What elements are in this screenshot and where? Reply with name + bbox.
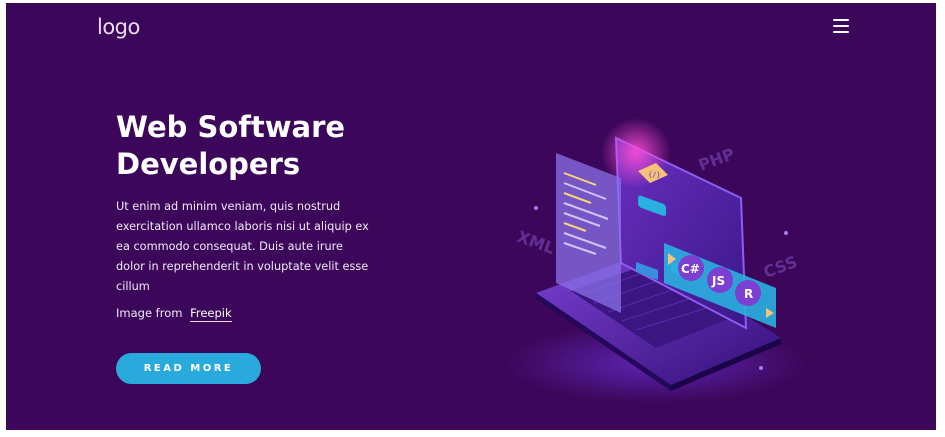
sparkle: [759, 366, 763, 370]
freepik-link[interactable]: Freepik: [190, 306, 232, 322]
hero-description: Ut enim ad minim veniam, quis nostrud ex…: [116, 200, 369, 293]
sparkle: [534, 206, 538, 210]
tag-php: PHP: [696, 144, 737, 175]
read-more-button[interactable]: READ MORE: [116, 353, 261, 384]
menu-bar: [833, 19, 849, 21]
svg-text:JS: JS: [711, 274, 725, 288]
image-credit: Image from Freepik: [116, 306, 232, 322]
tag-css: CSS: [761, 252, 800, 282]
hero-section: logo Web Software Developers Ut enim ad …: [6, 3, 936, 430]
hero-title: Web Software Developers: [116, 110, 346, 181]
svg-text:R: R: [744, 287, 753, 301]
hamburger-menu-icon[interactable]: [833, 19, 849, 33]
sparkle: [784, 231, 788, 235]
laptop-illustration: PHP XML CSS SQL {/}: [506, 118, 806, 403]
svg-text:{/}: {/}: [648, 171, 661, 179]
menu-bar: [833, 31, 849, 33]
svg-text:C#: C#: [681, 262, 700, 276]
logo[interactable]: logo: [97, 15, 140, 39]
tag-xml: XML: [515, 227, 558, 258]
credit-prefix: Image from: [116, 306, 183, 320]
menu-bar: [833, 25, 849, 27]
